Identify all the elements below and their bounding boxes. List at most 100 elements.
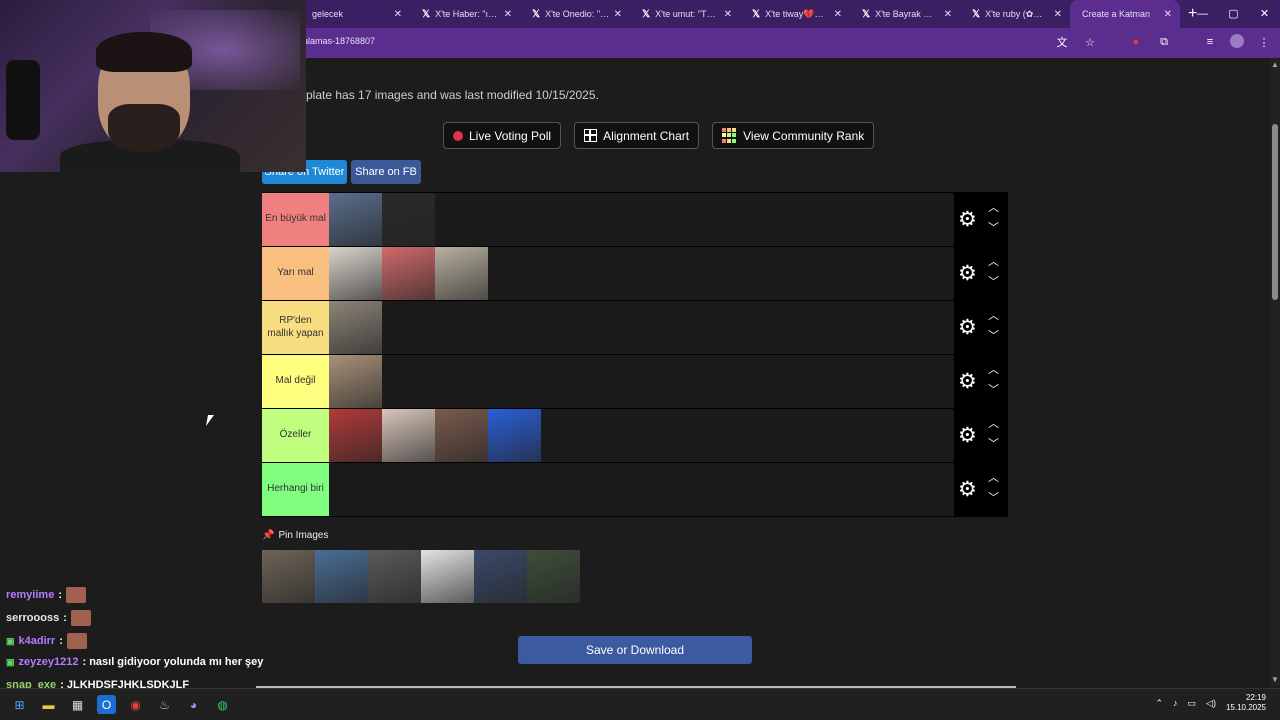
close-icon[interactable]: ✕: [724, 9, 732, 20]
close-icon[interactable]: ✕: [614, 9, 622, 20]
system-clock[interactable]: 22:19 15.10.2025: [1226, 693, 1266, 713]
pin-image[interactable]: [527, 550, 580, 603]
tier-items[interactable]: [329, 193, 954, 246]
scroll-down-icon[interactable]: ▼: [1271, 675, 1279, 684]
tier-item-image[interactable]: [329, 247, 382, 300]
pin-image[interactable]: [262, 550, 315, 603]
tab-3[interactable]: 𝕏 X'te umut: "THY k ✕: [630, 0, 740, 28]
scroll-up-icon[interactable]: ▲: [1271, 60, 1279, 69]
extensions-puzzle-icon[interactable]: ⧉: [1156, 34, 1172, 50]
maximize-button[interactable]: ▢: [1218, 0, 1249, 28]
save-or-download-button[interactable]: Save or Download: [518, 636, 752, 664]
tier-items[interactable]: [329, 463, 954, 516]
tier-item-image[interactable]: [329, 409, 382, 462]
media-control-icon[interactable]: ≡: [1202, 34, 1218, 50]
file-explorer-icon[interactable]: ▬: [39, 695, 58, 714]
chevron-up-icon[interactable]: ︿: [988, 199, 999, 215]
gear-icon[interactable]: ⚙: [958, 425, 977, 446]
menu-kebab-icon[interactable]: ⋮: [1256, 34, 1272, 50]
scrollbar-thumb[interactable]: [1272, 124, 1278, 300]
tab-2[interactable]: 𝕏 X'te Onedio: "Yat ✕: [520, 0, 630, 28]
chevron-up-icon[interactable]: ︿: [988, 415, 999, 431]
tier-label[interactable]: En büyük mal: [262, 193, 329, 246]
chrome-icon[interactable]: ◉: [126, 695, 145, 714]
tier-label[interactable]: RP'den mallık yapan: [262, 301, 329, 354]
volume-icon[interactable]: ◁): [1206, 698, 1216, 709]
tier-label[interactable]: Mal değil: [262, 355, 329, 408]
tab-4[interactable]: 𝕏 X'te tiway💔💜 :" ✕: [740, 0, 850, 28]
chat-username[interactable]: serroooss: [6, 612, 59, 624]
tier-item-image[interactable]: [329, 301, 382, 354]
tier-item-image[interactable]: [435, 409, 488, 462]
close-icon[interactable]: ✕: [394, 9, 402, 20]
chat-username[interactable]: remyiime: [6, 589, 54, 601]
gear-icon[interactable]: ⚙: [958, 209, 977, 230]
windows-start-icon[interactable]: ⊞: [10, 695, 29, 714]
close-icon[interactable]: ✕: [944, 9, 952, 20]
spotify-icon[interactable]: ◍: [213, 695, 232, 714]
close-icon[interactable]: ✕: [504, 9, 512, 20]
tier-item-image[interactable]: [382, 247, 435, 300]
tier-items[interactable]: [329, 247, 954, 300]
extension-record-icon[interactable]: ●: [1128, 34, 1144, 50]
outlook-icon[interactable]: O: [97, 695, 116, 714]
live-voting-poll-button[interactable]: Live Voting Poll: [443, 122, 562, 149]
chevron-down-icon[interactable]: ﹀: [988, 327, 999, 343]
chevron-up-icon[interactable]: ⌃: [1155, 698, 1163, 709]
microphone-icon[interactable]: ♪: [1173, 698, 1178, 708]
chevron-up-icon[interactable]: ︿: [988, 469, 999, 485]
tab-5[interactable]: 𝕏 X'te Bayrak Medy ✕: [850, 0, 960, 28]
translate-icon[interactable]: 文: [1054, 34, 1070, 50]
tier-items[interactable]: [329, 355, 954, 408]
tier-items[interactable]: [329, 301, 954, 354]
url-field[interactable]: ralamas-18768807: [300, 36, 375, 46]
minimize-button[interactable]: —: [1187, 0, 1218, 28]
chevron-up-icon[interactable]: ︿: [988, 307, 999, 323]
bookmark-star-icon[interactable]: ☆: [1082, 34, 1098, 50]
network-icon[interactable]: ▭: [1188, 698, 1197, 709]
chevron-up-icon[interactable]: ︿: [988, 253, 999, 269]
tier-items[interactable]: [329, 409, 954, 462]
chevron-down-icon[interactable]: ﹀: [988, 435, 999, 451]
tab-7-active[interactable]: Create a Katman ✕: [1070, 0, 1180, 28]
tier-item-image[interactable]: [382, 193, 435, 246]
gear-icon[interactable]: ⚙: [958, 317, 977, 338]
close-icon[interactable]: ✕: [834, 9, 842, 20]
discord-icon[interactable]: ◕: [184, 695, 203, 714]
gear-icon[interactable]: ⚙: [958, 479, 977, 500]
chat-username[interactable]: zeyzey1212: [19, 656, 79, 668]
pin-image[interactable]: [474, 550, 527, 603]
tier-label[interactable]: Yarı mal: [262, 247, 329, 300]
close-icon[interactable]: ✕: [1164, 9, 1172, 20]
chevron-down-icon[interactable]: ﹀: [988, 273, 999, 289]
chevron-down-icon[interactable]: ﹀: [988, 381, 999, 397]
tab-0[interactable]: gelecek ✕: [300, 0, 410, 28]
alignment-chart-button[interactable]: Alignment Chart: [574, 122, 700, 149]
close-window-button[interactable]: ✕: [1249, 0, 1280, 28]
profile-avatar[interactable]: [1230, 34, 1244, 48]
chat-username[interactable]: k4adirr: [19, 635, 56, 647]
tier-item-image[interactable]: [488, 409, 541, 462]
share-facebook-button[interactable]: Share on FB: [351, 160, 421, 184]
tier-item-image[interactable]: [382, 409, 435, 462]
tier-label[interactable]: Herhangi biri: [262, 463, 329, 516]
pin-image[interactable]: [421, 550, 474, 603]
tier-item-image[interactable]: [329, 193, 382, 246]
gear-icon[interactable]: ⚙: [958, 371, 977, 392]
steam-icon[interactable]: ♨: [155, 695, 174, 714]
store-icon[interactable]: ▦: [68, 695, 87, 714]
chevron-up-icon[interactable]: ︿: [988, 361, 999, 377]
tier-item-image[interactable]: [435, 247, 488, 300]
tab-6[interactable]: 𝕏 X'te ruby (✿◠‿◠ ✕: [960, 0, 1070, 28]
chevron-down-icon[interactable]: ﹀: [988, 489, 999, 505]
pin-image[interactable]: [315, 550, 368, 603]
pin-image[interactable]: [368, 550, 421, 603]
chevron-down-icon[interactable]: ﹀: [988, 219, 999, 235]
close-icon[interactable]: ✕: [1054, 9, 1062, 20]
tier-item-image[interactable]: [329, 355, 382, 408]
tier-label[interactable]: Özeller: [262, 409, 329, 462]
gear-icon[interactable]: ⚙: [958, 263, 977, 284]
community-rank-button[interactable]: View Community Rank: [712, 122, 875, 149]
page-scrollbar[interactable]: ▲ ▼: [1270, 58, 1280, 686]
tab-1[interactable]: 𝕏 X'te Haber: "ıx Mü ✕: [410, 0, 520, 28]
